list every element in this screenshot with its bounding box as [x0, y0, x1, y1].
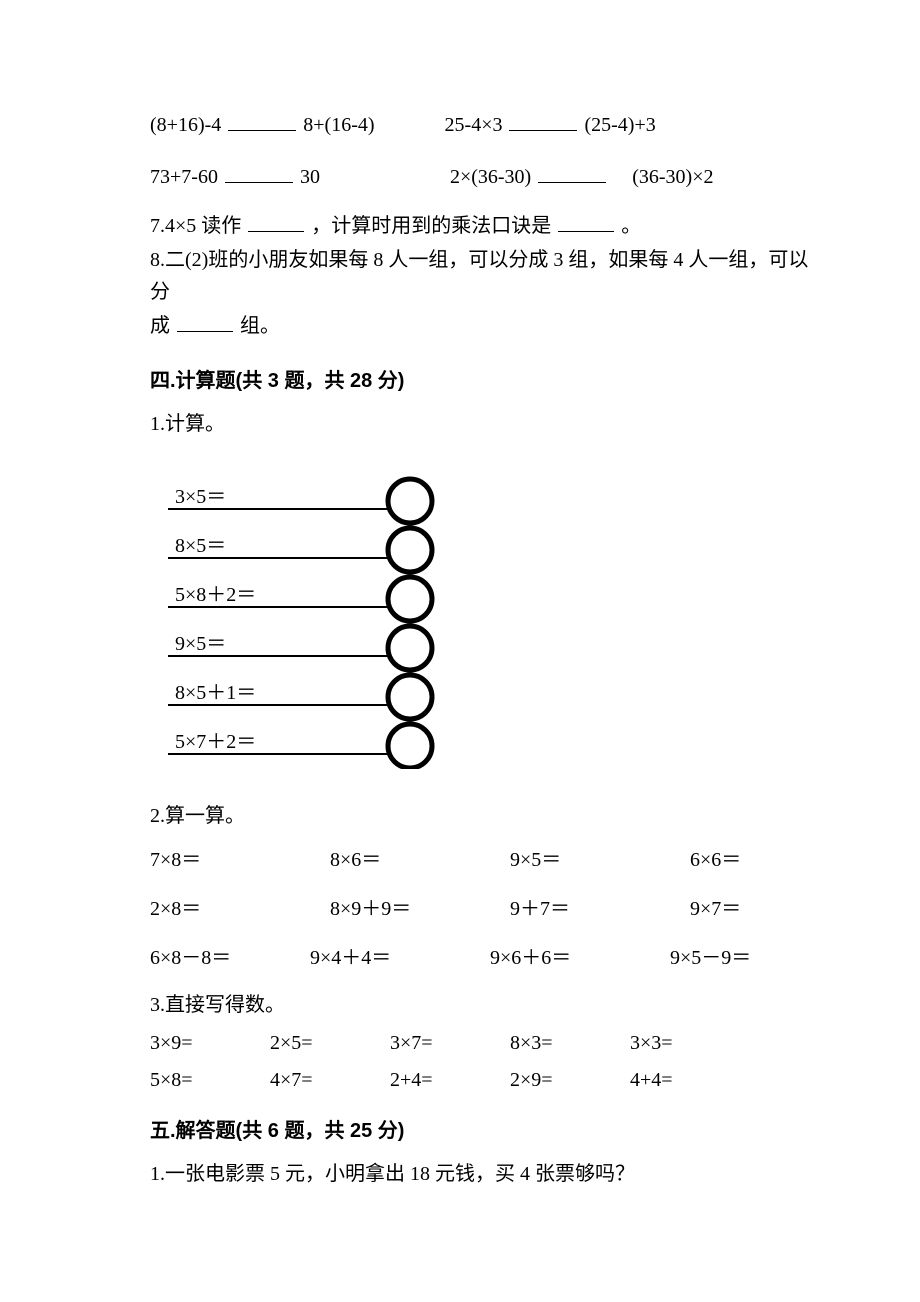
- cmp4-lhs: 2×(36-30): [450, 166, 531, 188]
- cmp3-blank: [225, 162, 293, 183]
- q3-row-2: 5×8= 4×7= 2+4= 2×9= 4+4=: [150, 1069, 810, 1092]
- fill7-suffix: 。: [621, 215, 641, 237]
- cmp1-blank: [228, 110, 296, 131]
- q2-r3-c1: 9×4＋4＝: [310, 941, 490, 970]
- cmp2-lhs: 25-4×3: [445, 114, 503, 136]
- bubble-text-5: 5×7＋2＝: [175, 731, 256, 753]
- q3-r1-c0: 3×9=: [150, 1032, 270, 1055]
- cmp2-blank: [509, 110, 577, 131]
- bubble-diagram: 3×5＝ 8×5＝ 5×8＋2＝ 9×5＝: [150, 459, 810, 769]
- q3-r2-c3: 2×9=: [510, 1069, 630, 1092]
- fill-8-line2: 成 组。: [150, 310, 810, 342]
- q3-r1-c2: 3×7=: [390, 1032, 510, 1055]
- bubble-circle-5: [388, 724, 432, 768]
- section-4-title: 四.计算题(共 3 题，共 28 分): [150, 364, 810, 393]
- fill-7: 7.4×5 读作 ，计算时用到的乘法口诀是 。: [150, 210, 810, 242]
- fill8-c: 组。: [240, 315, 280, 337]
- q2-r2-c3: 9×7＝: [690, 892, 830, 921]
- bubble-text-1: 8×5＝: [175, 535, 226, 557]
- q3-r1-c3: 8×3=: [510, 1032, 630, 1055]
- fill8-a: 8.二(2)班的小朋友如果每 8 人一组，可以分成 3 组，如果每 4 人一组，…: [150, 249, 808, 303]
- cmp1-rhs: 8+(16-4): [303, 114, 374, 136]
- bubble-svg: 3×5＝ 8×5＝ 5×8＋2＝ 9×5＝: [150, 459, 470, 769]
- fill7-prefix: 7.4×5 读作: [150, 215, 241, 237]
- bubble-circle-4: [388, 675, 432, 719]
- q2-row-1: 7×8＝ 8×6＝ 9×5＝ 6×6＝: [150, 843, 810, 872]
- q2-r1-c2: 9×5＝: [510, 843, 690, 872]
- q3-r2-c0: 5×8=: [150, 1069, 270, 1092]
- q3-r2-c1: 4×7=: [270, 1069, 390, 1092]
- compare-row-2: 73+7-60 30 2×(36-30) (36-30)×2: [150, 160, 810, 194]
- sec5-q1: 1.一张电影票 5 元，小明拿出 18 元钱，买 4 张票够吗？: [150, 1157, 810, 1191]
- q3-r2-c2: 2+4=: [390, 1069, 510, 1092]
- section-5-title: 五.解答题(共 6 题，共 25 分): [150, 1114, 810, 1143]
- fill7-mid: ，计算时用到的乘法口诀是: [311, 215, 551, 237]
- q2-r3-c3: 9×5－9＝: [670, 941, 810, 970]
- cmp1-lhs: (8+16)-4: [150, 114, 221, 136]
- q3-r1-c1: 2×5=: [270, 1032, 390, 1055]
- bubble-circle-3: [388, 626, 432, 670]
- fill7-blank-2: [558, 211, 614, 232]
- bubble-text-3: 9×5＝: [175, 633, 226, 655]
- q2-r3-c0: 6×8－8＝: [150, 941, 310, 970]
- sec4-q3-label: 3.直接写得数。: [150, 988, 810, 1022]
- fill8-b: 成: [150, 315, 170, 337]
- q2-r2-c1: 8×9＋9＝: [330, 892, 510, 921]
- bubble-circle-2: [388, 577, 432, 621]
- bubble-text-2: 5×8＋2＝: [175, 584, 256, 606]
- q2-r1-c1: 8×6＝: [330, 843, 510, 872]
- q3-r1-c4: 3×3=: [630, 1032, 750, 1055]
- fill-8-line1: 8.二(2)班的小朋友如果每 8 人一组，可以分成 3 组，如果每 4 人一组，…: [150, 244, 810, 308]
- fill7-blank-1: [248, 211, 304, 232]
- page: (8+16)-4 8+(16-4) 25-4×3 (25-4)+3 73+7-6…: [0, 0, 920, 1259]
- q2-row-3: 6×8－8＝ 9×4＋4＝ 9×6＋6＝ 9×5－9＝: [150, 941, 810, 970]
- sec4-q2-label: 2.算一算。: [150, 799, 810, 833]
- q2-r2-c0: 2×8＝: [150, 892, 330, 921]
- cmp4-blank: [538, 162, 606, 183]
- cmp2-rhs: (25-4)+3: [584, 114, 655, 136]
- bubble-circle-0: [388, 479, 432, 523]
- sec4-q1-label: 1.计算。: [150, 407, 810, 441]
- q2-r3-c2: 9×6＋6＝: [490, 941, 670, 970]
- q3-row-1: 3×9= 2×5= 3×7= 8×3= 3×3=: [150, 1032, 810, 1055]
- bubble-text-4: 8×5＋1＝: [175, 682, 256, 704]
- fill8-blank: [177, 311, 233, 332]
- q3-r2-c4: 4+4=: [630, 1069, 750, 1092]
- bubble-text-0: 3×5＝: [175, 486, 226, 508]
- q2-r1-c0: 7×8＝: [150, 843, 330, 872]
- q2-row-2: 2×8＝ 8×9＋9＝ 9＋7＝ 9×7＝: [150, 892, 810, 921]
- cmp3-lhs: 73+7-60: [150, 166, 218, 188]
- compare-row-1: (8+16)-4 8+(16-4) 25-4×3 (25-4)+3: [150, 108, 810, 142]
- q2-r2-c2: 9＋7＝: [510, 892, 690, 921]
- bubble-circle-1: [388, 528, 432, 572]
- q2-r1-c3: 6×6＝: [690, 843, 830, 872]
- cmp4-rhs: (36-30)×2: [632, 166, 713, 188]
- cmp3-rhs: 30: [300, 166, 320, 188]
